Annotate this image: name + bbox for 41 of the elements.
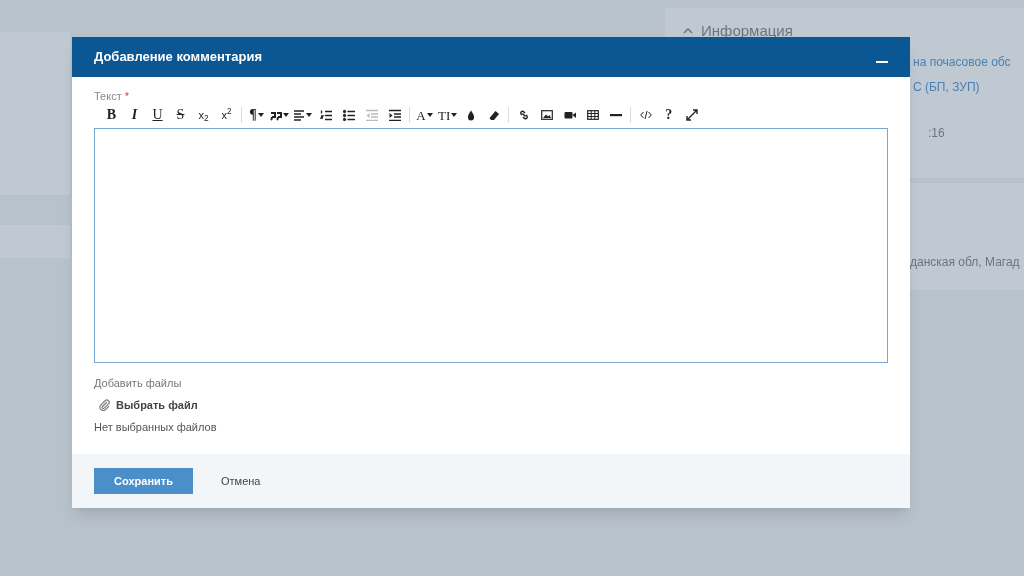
toolbar-button[interactable]: TI xyxy=(436,105,460,125)
info-text: :16 xyxy=(928,124,945,142)
toolbar-button[interactable]: U xyxy=(146,105,169,125)
choose-file-button[interactable]: Выбрать файл xyxy=(99,396,198,413)
code-icon xyxy=(639,109,652,121)
collapse-icon[interactable] xyxy=(683,28,693,35)
no-files-text: Нет выбранных файлов xyxy=(94,420,218,435)
toolbar-button[interactable]: ¶ xyxy=(245,105,268,125)
expand-icon xyxy=(685,109,698,121)
outdent-icon xyxy=(365,109,378,121)
toolbar-button[interactable]: S xyxy=(169,105,192,125)
caret-icon xyxy=(426,113,433,117)
indent-icon xyxy=(388,109,401,121)
toolbar-button[interactable]: A xyxy=(413,105,436,125)
panel-title: Информация xyxy=(701,21,793,41)
field-label: Текст xyxy=(94,90,122,102)
dialog-title: Добавление комментария xyxy=(94,48,262,67)
required-mark: * xyxy=(124,90,130,102)
table-icon xyxy=(586,109,599,121)
cancel-button[interactable]: Отмена xyxy=(221,468,261,494)
caret-icon xyxy=(451,113,458,117)
toolbar-button[interactable]: B xyxy=(100,105,123,125)
address-text: данская обл, Магад xyxy=(910,254,1021,271)
video-camera-icon xyxy=(563,109,576,121)
numbered-list-icon xyxy=(319,109,332,121)
quote-icon xyxy=(270,109,282,121)
caret-icon xyxy=(283,113,289,117)
toolbar-button[interactable]: ? xyxy=(657,105,681,125)
files-label: Добавить файлы xyxy=(94,376,183,391)
bulleted-list-icon xyxy=(342,109,355,121)
minimize-icon[interactable] xyxy=(876,60,888,64)
paperclip-icon xyxy=(99,398,111,411)
caret-icon xyxy=(306,113,312,117)
image-icon xyxy=(540,109,553,121)
toolbar-button[interactable]: x$^{2}$ xyxy=(215,105,238,125)
toolbar-button[interactable]: I xyxy=(123,105,146,125)
align-icon xyxy=(293,109,305,121)
toolbar-button[interactable]: x$_{2}$ xyxy=(192,105,215,125)
eraser-icon xyxy=(487,109,500,121)
link-icon xyxy=(517,109,530,121)
caret-icon xyxy=(257,113,264,117)
